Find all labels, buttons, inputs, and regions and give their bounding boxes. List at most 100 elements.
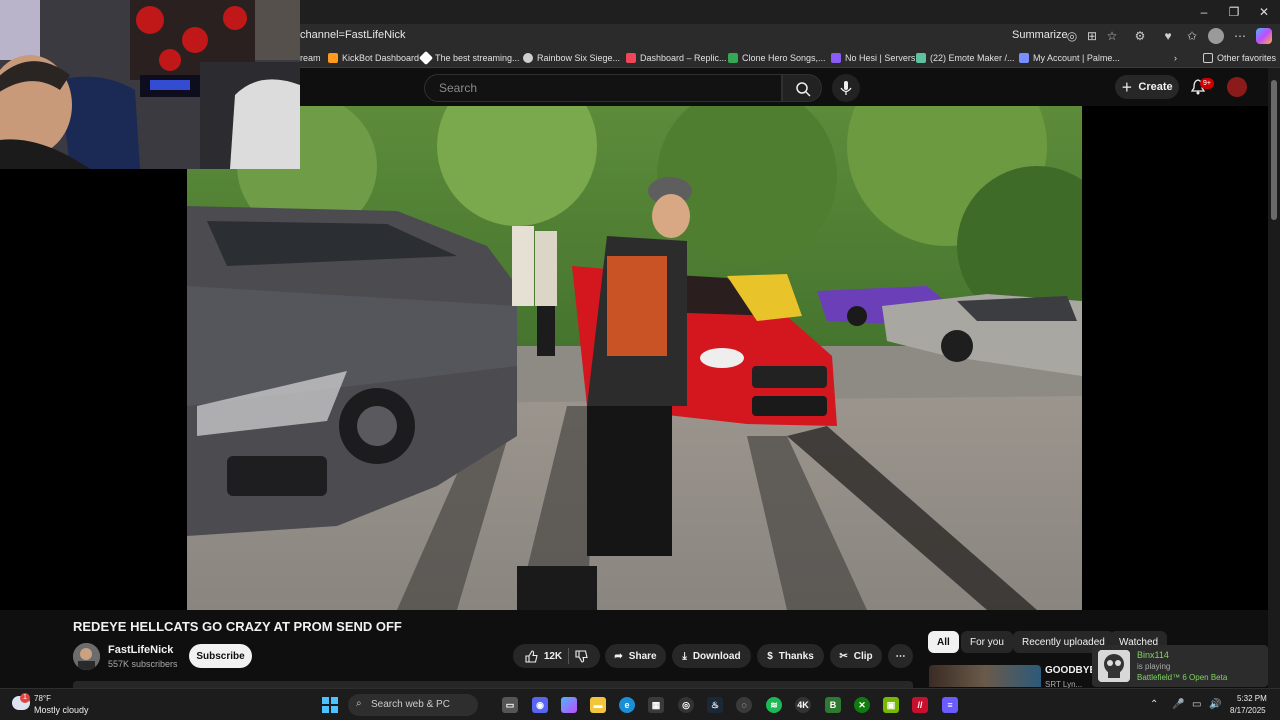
nvidia-icon[interactable]: ▣ — [883, 697, 899, 713]
4k-app-icon[interactable]: 4K — [795, 697, 811, 713]
apps-icon[interactable]: ⊞ — [1084, 28, 1100, 44]
thanks-icon: $ — [767, 650, 773, 662]
windows-logo-icon — [331, 697, 338, 704]
browser-essentials-icon[interactable]: ♥ — [1160, 28, 1176, 44]
restore-icon[interactable]: ❐ — [1226, 4, 1242, 20]
favorites-icon[interactable]: ✩ — [1184, 28, 1200, 44]
bookmark-item[interactable]: KickBot Dashboard — [328, 51, 419, 65]
app-red-icon[interactable]: // — [912, 697, 928, 713]
network-icon[interactable]: ▭ — [1192, 699, 1201, 710]
b-app-icon[interactable]: B — [825, 697, 841, 713]
start-button[interactable] — [322, 697, 338, 713]
clock-time[interactable]: 5:32 PM — [1237, 694, 1267, 703]
more-actions-button[interactable]: ⋯ — [888, 644, 913, 668]
bookmark-item[interactable]: Rainbow Six Siege... — [523, 51, 620, 65]
microphone-tray-icon[interactable]: 🎤 — [1172, 699, 1184, 710]
edge-icon[interactable]: e — [619, 697, 635, 713]
weather-description[interactable]: Mostly cloudy — [34, 705, 89, 715]
account-avatar[interactable] — [1227, 77, 1247, 97]
store-icon[interactable]: ▦ — [648, 697, 664, 713]
share-button[interactable]: ➦ Share — [605, 644, 666, 668]
description-box[interactable] — [73, 681, 913, 688]
search-icon: ⌕ — [356, 698, 362, 709]
page-scrollbar[interactable] — [1268, 68, 1280, 688]
folder-icon — [1203, 53, 1213, 63]
create-button[interactable]: ＋ Create — [1115, 75, 1179, 99]
steam-icon[interactable]: ♨ — [707, 697, 723, 713]
bookmark-item[interactable]: The best streaming... — [418, 50, 520, 66]
search-icon — [796, 82, 811, 97]
file-explorer-icon[interactable]: ▬ — [590, 697, 606, 713]
like-button[interactable]: 12K — [525, 649, 562, 663]
nohesi-icon — [831, 53, 841, 63]
bookmark-item[interactable]: Clone Hero Songs,... — [728, 51, 826, 65]
windows-logo-icon — [322, 697, 329, 704]
chevron-up-icon[interactable]: ⌃ — [1150, 699, 1158, 710]
chip-for-you[interactable]: For you — [961, 631, 1013, 653]
thumbs-down-icon[interactable] — [575, 649, 588, 663]
microphone-icon — [840, 81, 852, 95]
channel-avatar-image — [73, 643, 100, 670]
spotify-icon[interactable]: ≋ — [766, 697, 782, 713]
obs-icon[interactable]: ◎ — [678, 697, 694, 713]
more-menu-icon[interactable]: ⋯ — [1232, 28, 1248, 44]
bookmark-item[interactable]: My Account | Palme... — [1019, 51, 1120, 65]
url-field[interactable]: channel=FastLifeNick — [300, 29, 405, 41]
extensions-icon[interactable]: ⚙ — [1132, 28, 1148, 44]
channel-avatar[interactable] — [73, 643, 100, 670]
friend-game: Battlefield™ 6 Open Beta — [1137, 673, 1228, 682]
voice-search-button[interactable] — [832, 74, 860, 102]
bookmark-item[interactable]: ream — [300, 51, 321, 65]
recommendation-thumbnail[interactable] — [929, 665, 1041, 687]
weather-temperature[interactable]: 78°F — [34, 694, 51, 703]
streamer-webcam-image — [0, 0, 300, 169]
skull-avatar-image — [1098, 650, 1130, 682]
taskbar-search[interactable]: ⌕ Search web & PC — [348, 694, 478, 716]
channel-name[interactable]: FastLifeNick — [108, 644, 173, 656]
download-button[interactable]: ⤓ Download — [672, 644, 751, 668]
chevron-right-icon[interactable]: › — [1174, 51, 1177, 65]
close-icon[interactable]: ✕ — [1256, 4, 1272, 20]
subscriber-count: 557K subscribers — [108, 659, 178, 669]
clock-date[interactable]: 8/17/2025 — [1230, 706, 1266, 715]
summarize-button[interactable]: Summarize — [1012, 29, 1068, 41]
more-icon: ⋯ — [895, 650, 906, 662]
scrollbar-thumb[interactable] — [1271, 80, 1277, 220]
app-icon[interactable]: ◌ — [736, 697, 752, 713]
discord-icon[interactable]: ◉ — [532, 697, 548, 713]
recommendation-title[interactable]: GOODBYE — [1045, 665, 1096, 676]
chip-all[interactable]: All — [928, 631, 959, 653]
app-purple-icon[interactable]: ≡ — [942, 697, 958, 713]
thumbs-up-icon — [525, 649, 538, 663]
video-player[interactable] — [0, 106, 1268, 610]
share-icon: ➦ — [614, 650, 623, 662]
favorite-star-icon[interactable]: ☆ — [1104, 28, 1120, 44]
bookmark-item[interactable]: Dashboard – Replic... — [626, 51, 727, 65]
subscribe-button[interactable]: Subscribe — [189, 644, 252, 668]
task-view-icon[interactable]: ▭ — [502, 697, 518, 713]
xbox-icon[interactable]: ✕ — [854, 697, 870, 713]
siege-icon — [523, 53, 533, 63]
volume-icon[interactable]: 🔊 — [1209, 699, 1221, 710]
scissors-icon: ✂ — [839, 650, 848, 662]
clip-button[interactable]: ✂ Clip — [830, 644, 882, 668]
plus-icon: ＋ — [1121, 82, 1133, 94]
bookmark-item[interactable]: No Hesi | Servers — [831, 51, 915, 65]
copilot-app-icon[interactable] — [561, 697, 577, 713]
video-frame[interactable] — [187, 106, 1082, 610]
plus-icon — [728, 53, 738, 63]
search-input[interactable]: Search — [424, 74, 782, 102]
windows-taskbar: 1 78°F Mostly cloudy ⌕ Search web & PC ▭… — [0, 688, 1280, 720]
divider — [568, 648, 570, 664]
reader-icon[interactable]: ◎ — [1064, 28, 1080, 44]
other-favorites[interactable]: Other favorites — [1203, 51, 1276, 65]
profile-avatar[interactable] — [1208, 28, 1224, 44]
copilot-icon[interactable] — [1256, 28, 1272, 44]
thanks-button[interactable]: $ Thanks — [757, 644, 824, 668]
minimize-icon[interactable]: – — [1196, 4, 1212, 20]
friend-name: Binx114 — [1137, 650, 1169, 660]
bookmark-item[interactable]: (22) Emote Maker /... — [916, 51, 1015, 65]
friend-activity-toast[interactable]: Binx114 is playing Battlefield™ 6 Open B… — [1092, 645, 1268, 687]
search-button[interactable] — [782, 74, 822, 102]
friend-status: is playing — [1137, 662, 1171, 671]
